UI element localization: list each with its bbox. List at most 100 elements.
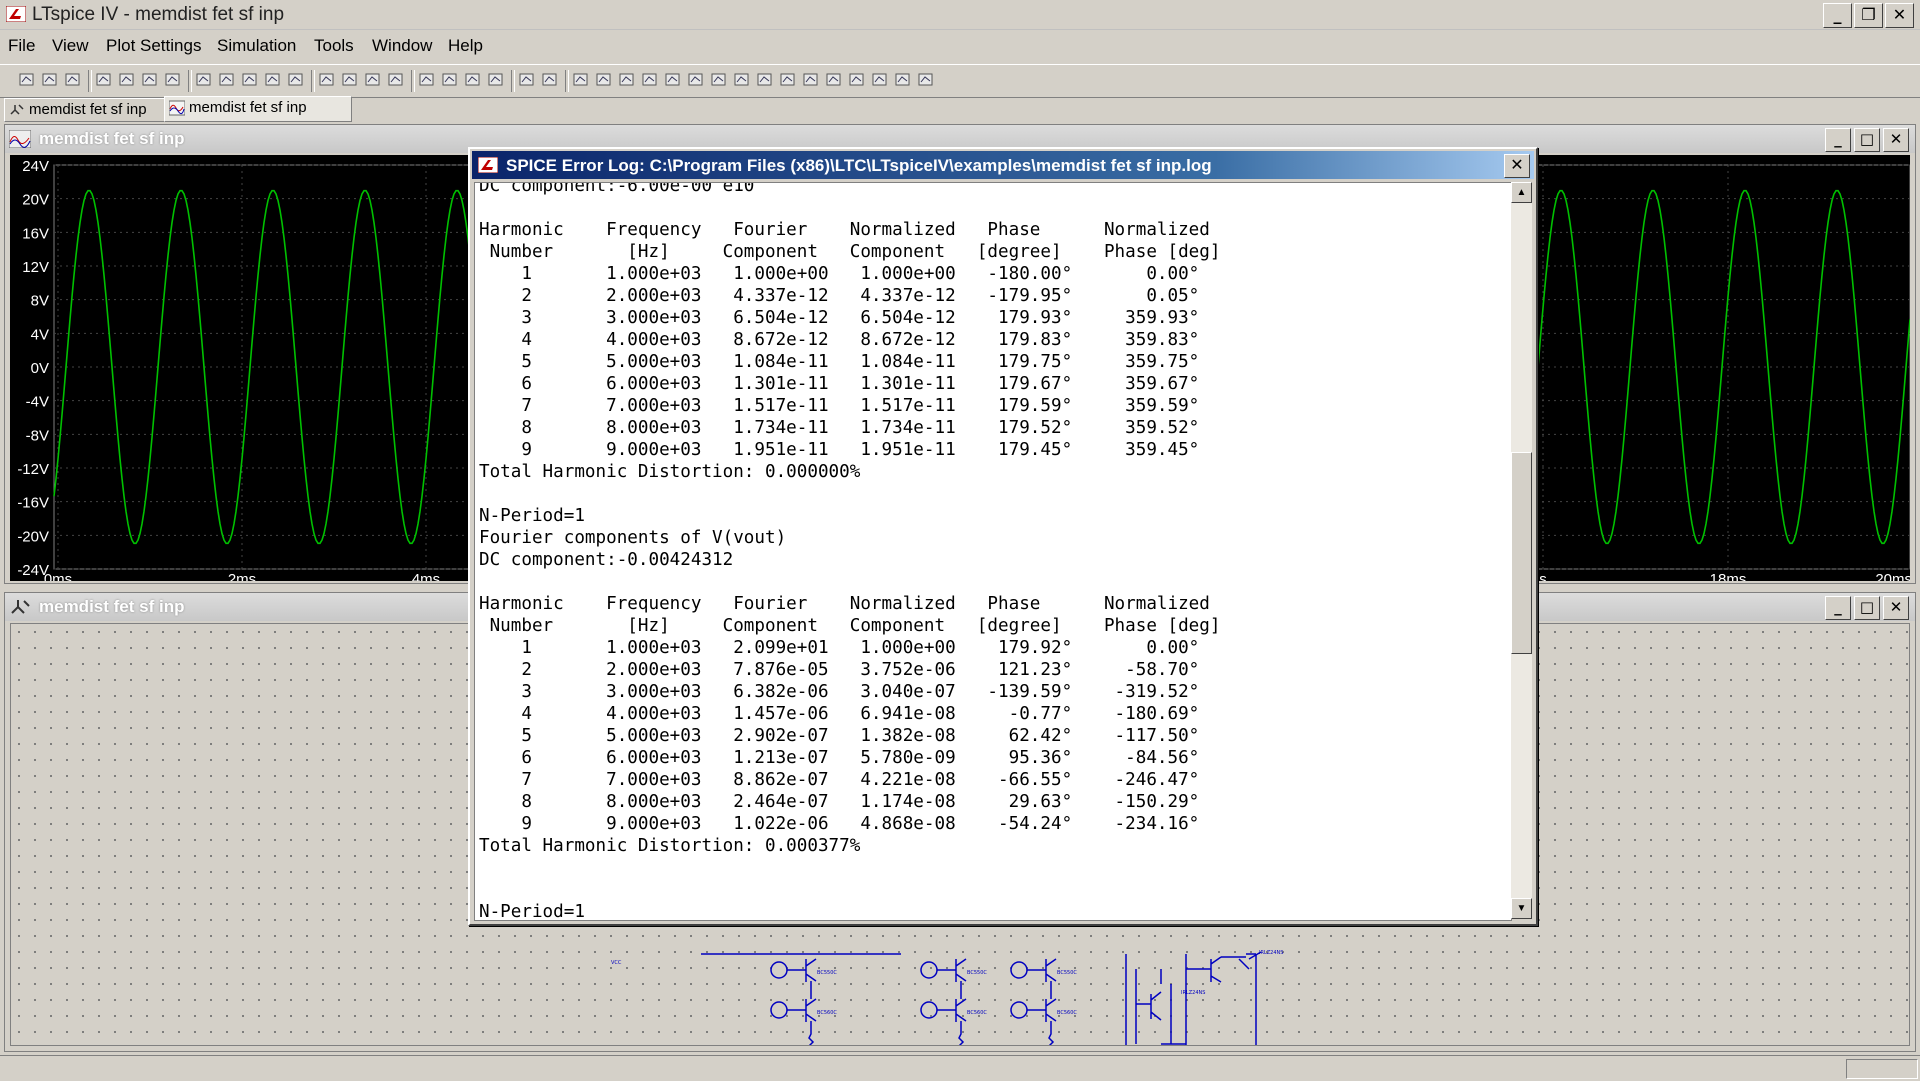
- toolbar-separator: [411, 70, 415, 92]
- copy-icon[interactable]: [441, 71, 459, 89]
- ltspice-logo-icon: [5, 5, 27, 23]
- pan-icon[interactable]: [164, 71, 182, 89]
- schematic-minimize-button[interactable]: _: [1825, 596, 1851, 620]
- label-icon[interactable]: [618, 71, 636, 89]
- control-panel-icon[interactable]: [95, 71, 113, 89]
- scroll-up-button[interactable]: ▲: [1511, 182, 1532, 203]
- cascade-icon[interactable]: [387, 71, 405, 89]
- zoom-area-icon[interactable]: [218, 71, 236, 89]
- paste-icon[interactable]: [464, 71, 482, 89]
- restore-button[interactable]: ❐: [1854, 3, 1883, 28]
- new-schematic-icon[interactable]: [18, 71, 36, 89]
- tile-horizontal-icon[interactable]: [341, 71, 359, 89]
- y-tick-label: 24V: [22, 158, 49, 175]
- move-icon[interactable]: [756, 71, 774, 89]
- resistor-icon[interactable]: [641, 71, 659, 89]
- inductor-icon[interactable]: [687, 71, 705, 89]
- save-icon[interactable]: [64, 71, 82, 89]
- open-icon[interactable]: [41, 71, 59, 89]
- waveform-maximize-button[interactable]: □: [1854, 128, 1880, 152]
- scroll-down-button[interactable]: ▼: [1511, 898, 1532, 919]
- menu-help[interactable]: Help: [448, 36, 483, 56]
- error-log-textbox[interactable]: DC component:-6.00e-00 e10 Harmonic Freq…: [474, 182, 1512, 921]
- waveform-minimize-button[interactable]: _: [1825, 128, 1851, 152]
- svg-text:BC550C: BC550C: [1057, 970, 1077, 976]
- toolbar: [0, 64, 1920, 98]
- waveform-icon: [168, 100, 186, 116]
- redo-icon[interactable]: [825, 71, 843, 89]
- menu-simulation[interactable]: Simulation: [217, 36, 296, 56]
- spice-directive-icon[interactable]: [917, 71, 935, 89]
- print-icon[interactable]: [541, 71, 559, 89]
- y-tick-label: 12V: [22, 259, 49, 276]
- rotate-icon[interactable]: [848, 71, 866, 89]
- schematic-icon: [9, 102, 25, 118]
- tab-waveform[interactable]: memdist fet sf inp: [164, 96, 352, 122]
- dialog-close-button[interactable]: ✕: [1504, 154, 1530, 178]
- menu-file[interactable]: File: [8, 36, 35, 56]
- run-icon[interactable]: [118, 71, 136, 89]
- diode-icon[interactable]: [710, 71, 728, 89]
- dialog-titlebar[interactable]: SPICE Error Log: C:\Program Files (x86)\…: [472, 151, 1534, 179]
- toolbar-separator: [511, 70, 515, 92]
- component-icon[interactable]: [733, 71, 751, 89]
- toolbar-separator: [565, 70, 569, 92]
- close-button[interactable]: ✕: [1885, 3, 1914, 28]
- zoom-out-icon[interactable]: [241, 71, 259, 89]
- y-tick-label: 0V: [31, 360, 49, 377]
- y-tick-label: -20V: [17, 528, 49, 545]
- toolbar-separator: [188, 70, 192, 92]
- y-tick-label: -4V: [26, 394, 49, 411]
- y-tick-label: 20V: [22, 192, 49, 209]
- marching-waves-icon[interactable]: [318, 71, 336, 89]
- zoom-fit-icon[interactable]: [264, 71, 282, 89]
- svg-text:VCC: VCC: [611, 960, 622, 966]
- schematic-maximize-button[interactable]: □: [1854, 596, 1880, 620]
- svg-text:IRLZ24NS: IRLZ24NS: [1181, 990, 1205, 996]
- tile-vertical-icon[interactable]: [364, 71, 382, 89]
- tab-schematic-label: memdist fet sf inp: [29, 101, 147, 118]
- svg-text:BC550C: BC550C: [817, 970, 837, 976]
- ground-icon[interactable]: [595, 71, 613, 89]
- cut-icon[interactable]: [418, 71, 436, 89]
- wire-icon[interactable]: [572, 71, 590, 89]
- mirror-icon[interactable]: [871, 71, 889, 89]
- tab-schematic[interactable]: memdist fet sf inp: [4, 98, 170, 122]
- app-title: LTspice IV - memdist fet sf inp: [32, 4, 285, 25]
- scroll-thumb[interactable]: [1511, 452, 1532, 654]
- waveform-close-button[interactable]: ✕: [1883, 128, 1909, 152]
- menu-bar: File View Plot Settings Simulation Tools…: [0, 32, 1920, 60]
- autorange-icon[interactable]: [287, 71, 305, 89]
- svg-text:BC550C: BC550C: [967, 970, 987, 976]
- zoom-in-icon[interactable]: [195, 71, 213, 89]
- waveform-window-icon: [8, 129, 32, 149]
- svg-text:BC560C: BC560C: [817, 1010, 837, 1016]
- toolbar-separator: [88, 70, 92, 92]
- app-titlebar: LTspice IV - memdist fet sf inp _ ❐ ✕: [0, 0, 1920, 30]
- y-tick-label: -12V: [17, 461, 49, 478]
- menu-view[interactable]: View: [52, 36, 89, 56]
- error-log-text: DC component:-6.00e-00 e10 Harmonic Freq…: [479, 182, 1221, 921]
- vertical-scrollbar[interactable]: ▲ ▼: [1511, 182, 1532, 919]
- y-tick-label: -16V: [17, 495, 49, 512]
- x-tick-label: 0ms: [44, 571, 72, 581]
- schematic-window-icon: [9, 598, 31, 616]
- menu-window[interactable]: Window: [372, 36, 432, 56]
- minimize-button[interactable]: _: [1823, 3, 1852, 28]
- x-tick-label: 20ms: [1875, 571, 1910, 581]
- drag-icon[interactable]: [779, 71, 797, 89]
- undo-icon[interactable]: [802, 71, 820, 89]
- text-icon[interactable]: [894, 71, 912, 89]
- svg-text:IRLZ24NS: IRLZ24NS: [1259, 950, 1283, 956]
- halt-icon[interactable]: [141, 71, 159, 89]
- capacitor-icon[interactable]: [664, 71, 682, 89]
- menu-plot-settings[interactable]: Plot Settings: [106, 36, 201, 56]
- find-icon[interactable]: [487, 71, 505, 89]
- y-tick-label: 4V: [31, 326, 49, 343]
- status-bar: [0, 1055, 1920, 1081]
- svg-text:BC560C: BC560C: [967, 1010, 987, 1016]
- menu-tools[interactable]: Tools: [314, 36, 354, 56]
- schematic-close-button[interactable]: ✕: [1883, 596, 1909, 620]
- toolbar-separator: [311, 70, 315, 92]
- print-preview-icon[interactable]: [518, 71, 536, 89]
